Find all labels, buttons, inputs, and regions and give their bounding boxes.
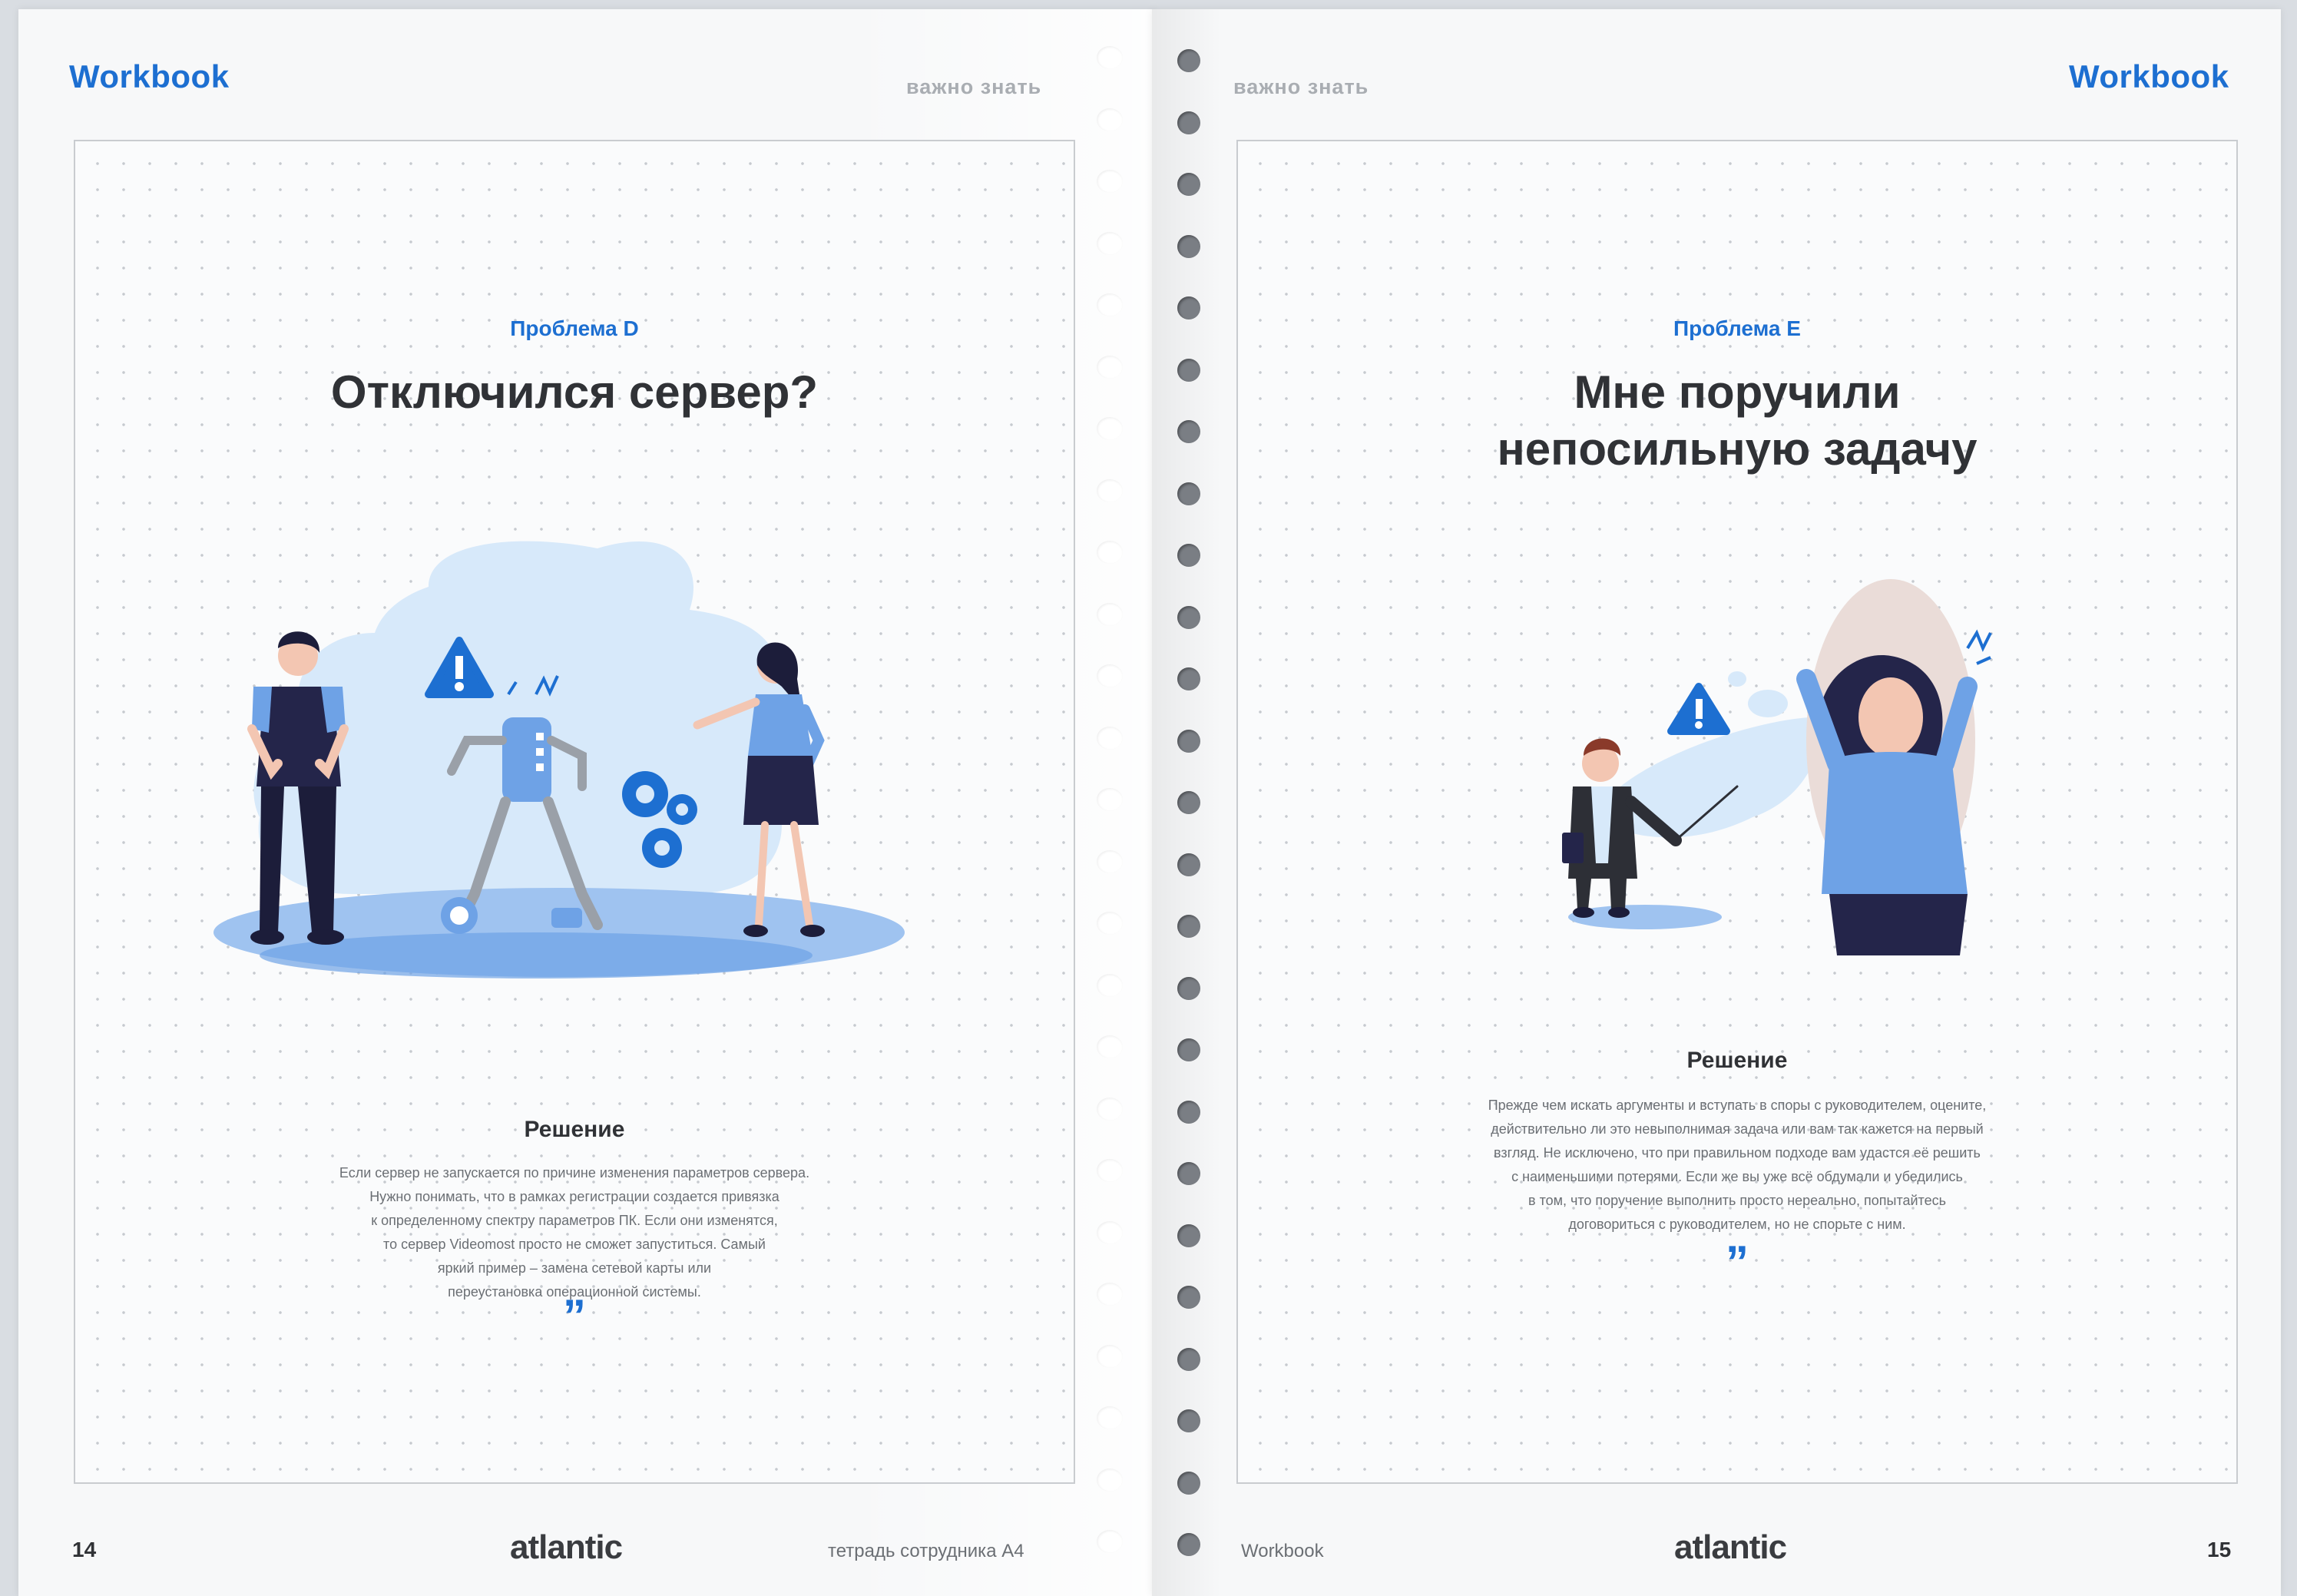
binder-hole (1097, 1220, 1123, 1244)
floor-shadow (1568, 905, 1722, 929)
solution-line: то сервер Videomost просто не сможет зап… (383, 1237, 766, 1252)
footer-logo: atlantic (510, 1528, 623, 1566)
binder-hole (1177, 420, 1200, 443)
solution-line: Нужно понимать, что в рамках регистрации… (369, 1189, 779, 1204)
binder-hole (1097, 46, 1123, 69)
binder-hole (1177, 853, 1200, 876)
section-tag: важно знать (906, 75, 1042, 98)
binder-hole (1177, 976, 1200, 1000)
footer-note: тетрадь сотрудника А4 (828, 1541, 1024, 1561)
binder-hole (1177, 915, 1200, 938)
binder-hole (1097, 602, 1123, 626)
solution-line: взгляд. Не исключено, что при правильном… (1494, 1145, 1981, 1161)
solution-line: в том, что поручение выполнить просто не… (1528, 1193, 1946, 1208)
thought-bubble (1748, 690, 1788, 717)
footer-note: Workbook (1241, 1541, 1324, 1561)
page-number: 14 (72, 1538, 97, 1561)
binder-hole (1097, 1406, 1123, 1429)
page-number: 15 (2207, 1538, 2232, 1561)
binder-hole (1177, 1471, 1200, 1495)
title-line: непосильную задачу (1497, 423, 1978, 475)
binder-hole (1097, 355, 1123, 379)
solution-text: Если сервер не запускается по причине из… (198, 1161, 951, 1304)
binder-hole (1097, 231, 1123, 255)
binder-hole (1097, 1344, 1123, 1368)
warning-icon (1667, 683, 1730, 735)
server-crash-illustration (213, 541, 905, 978)
solution-line: к определенному спектру параметров ПК. Е… (371, 1213, 778, 1228)
binder-hole (1097, 170, 1123, 193)
section-tag: важно знать (1233, 75, 1369, 98)
binder-hole (1097, 664, 1123, 687)
solution-text: Прежде чем искать аргументы и вступать в… (1353, 1094, 2121, 1237)
binder-hole (1177, 482, 1200, 505)
binder-hole (1097, 1097, 1123, 1121)
binder-hole (1097, 973, 1123, 997)
thought-bubble-small (1728, 671, 1746, 687)
binder-hole (1097, 1468, 1123, 1492)
binder-hole (1097, 726, 1123, 750)
binder-hole (1177, 1347, 1200, 1371)
binder-hole (1177, 667, 1200, 690)
problem-title: Мне поручили непосильную задачу (1238, 364, 2236, 478)
binder-hole (1097, 912, 1123, 935)
binder-hole (1097, 788, 1123, 811)
right-page: важно знать Workbook Проблема E Мне пору… (1152, 9, 2281, 1596)
binder-hole (1097, 849, 1123, 873)
binder-hole (1177, 234, 1200, 258)
binder-hole (1177, 605, 1200, 629)
binder-hole (1097, 1035, 1123, 1058)
problem-title: Отключился сервер? (330, 366, 819, 418)
binder-hole (1097, 1283, 1123, 1306)
solution-line: яркий пример – замена сетевой карты или (437, 1260, 712, 1276)
left-page: Workbook важно знать Проблема D Отключил… (18, 9, 1155, 1596)
solution-line: договориться с руководителем, но не спор… (1568, 1217, 1906, 1232)
binder-hole (1097, 293, 1123, 316)
binder-hole (1177, 1223, 1200, 1247)
binder-hole (1097, 478, 1123, 502)
binder-hole (1097, 1159, 1123, 1182)
binder-hole (1177, 1533, 1200, 1556)
title-line: Мне поручили (1574, 366, 1901, 418)
solution-line: Прежде чем искать аргументы и вступать в… (1488, 1098, 1987, 1113)
quote-icon: ” (1726, 1237, 1749, 1288)
brand-title: Workbook (2069, 58, 2229, 94)
problem-label: Проблема D (510, 316, 639, 340)
binder-hole (1177, 358, 1200, 382)
footer-logo: atlantic (1674, 1528, 1787, 1566)
binder-hole (1097, 1530, 1123, 1553)
solution-heading: Решение (1686, 1048, 1788, 1073)
binder-hole (1177, 111, 1200, 134)
binder-hole (1177, 729, 1200, 753)
binder-hole (1097, 417, 1123, 440)
binder-hole (1177, 49, 1200, 72)
solution-line: с наименьшими потерями. Если же вы уже в… (1511, 1169, 1963, 1184)
solution-heading: Решение (524, 1117, 625, 1142)
dotted-frame: Проблема E Мне поручили непосильную зада… (1236, 140, 2238, 1484)
binder-hole (1177, 1038, 1200, 1061)
solution-line: действительно ли это невыполнимая задача… (1491, 1121, 1984, 1137)
binder-hole (1177, 1100, 1200, 1124)
solution-line: Если сервер не запускается по причине из… (339, 1165, 810, 1180)
dotted-frame: Проблема D Отключился сервер? Решение Ес… (74, 140, 1075, 1484)
binder-hole (1177, 791, 1200, 814)
notebook-spread: Workbook важно знать Проблема D Отключил… (0, 0, 2297, 1596)
binder-hole (1177, 1286, 1200, 1309)
binder-hole (1177, 1162, 1200, 1185)
impossible-task-illustration (1562, 579, 1992, 955)
binder-hole (1177, 544, 1200, 567)
quote-icon: ” (563, 1290, 586, 1342)
binder-hole (1177, 1409, 1200, 1432)
binder-hole (1097, 108, 1123, 131)
binder-hole (1097, 541, 1123, 564)
brand-title: Workbook (69, 58, 230, 94)
binder-hole (1177, 173, 1200, 196)
problem-label: Проблема E (1673, 316, 1801, 340)
binder-hole (1177, 296, 1200, 320)
